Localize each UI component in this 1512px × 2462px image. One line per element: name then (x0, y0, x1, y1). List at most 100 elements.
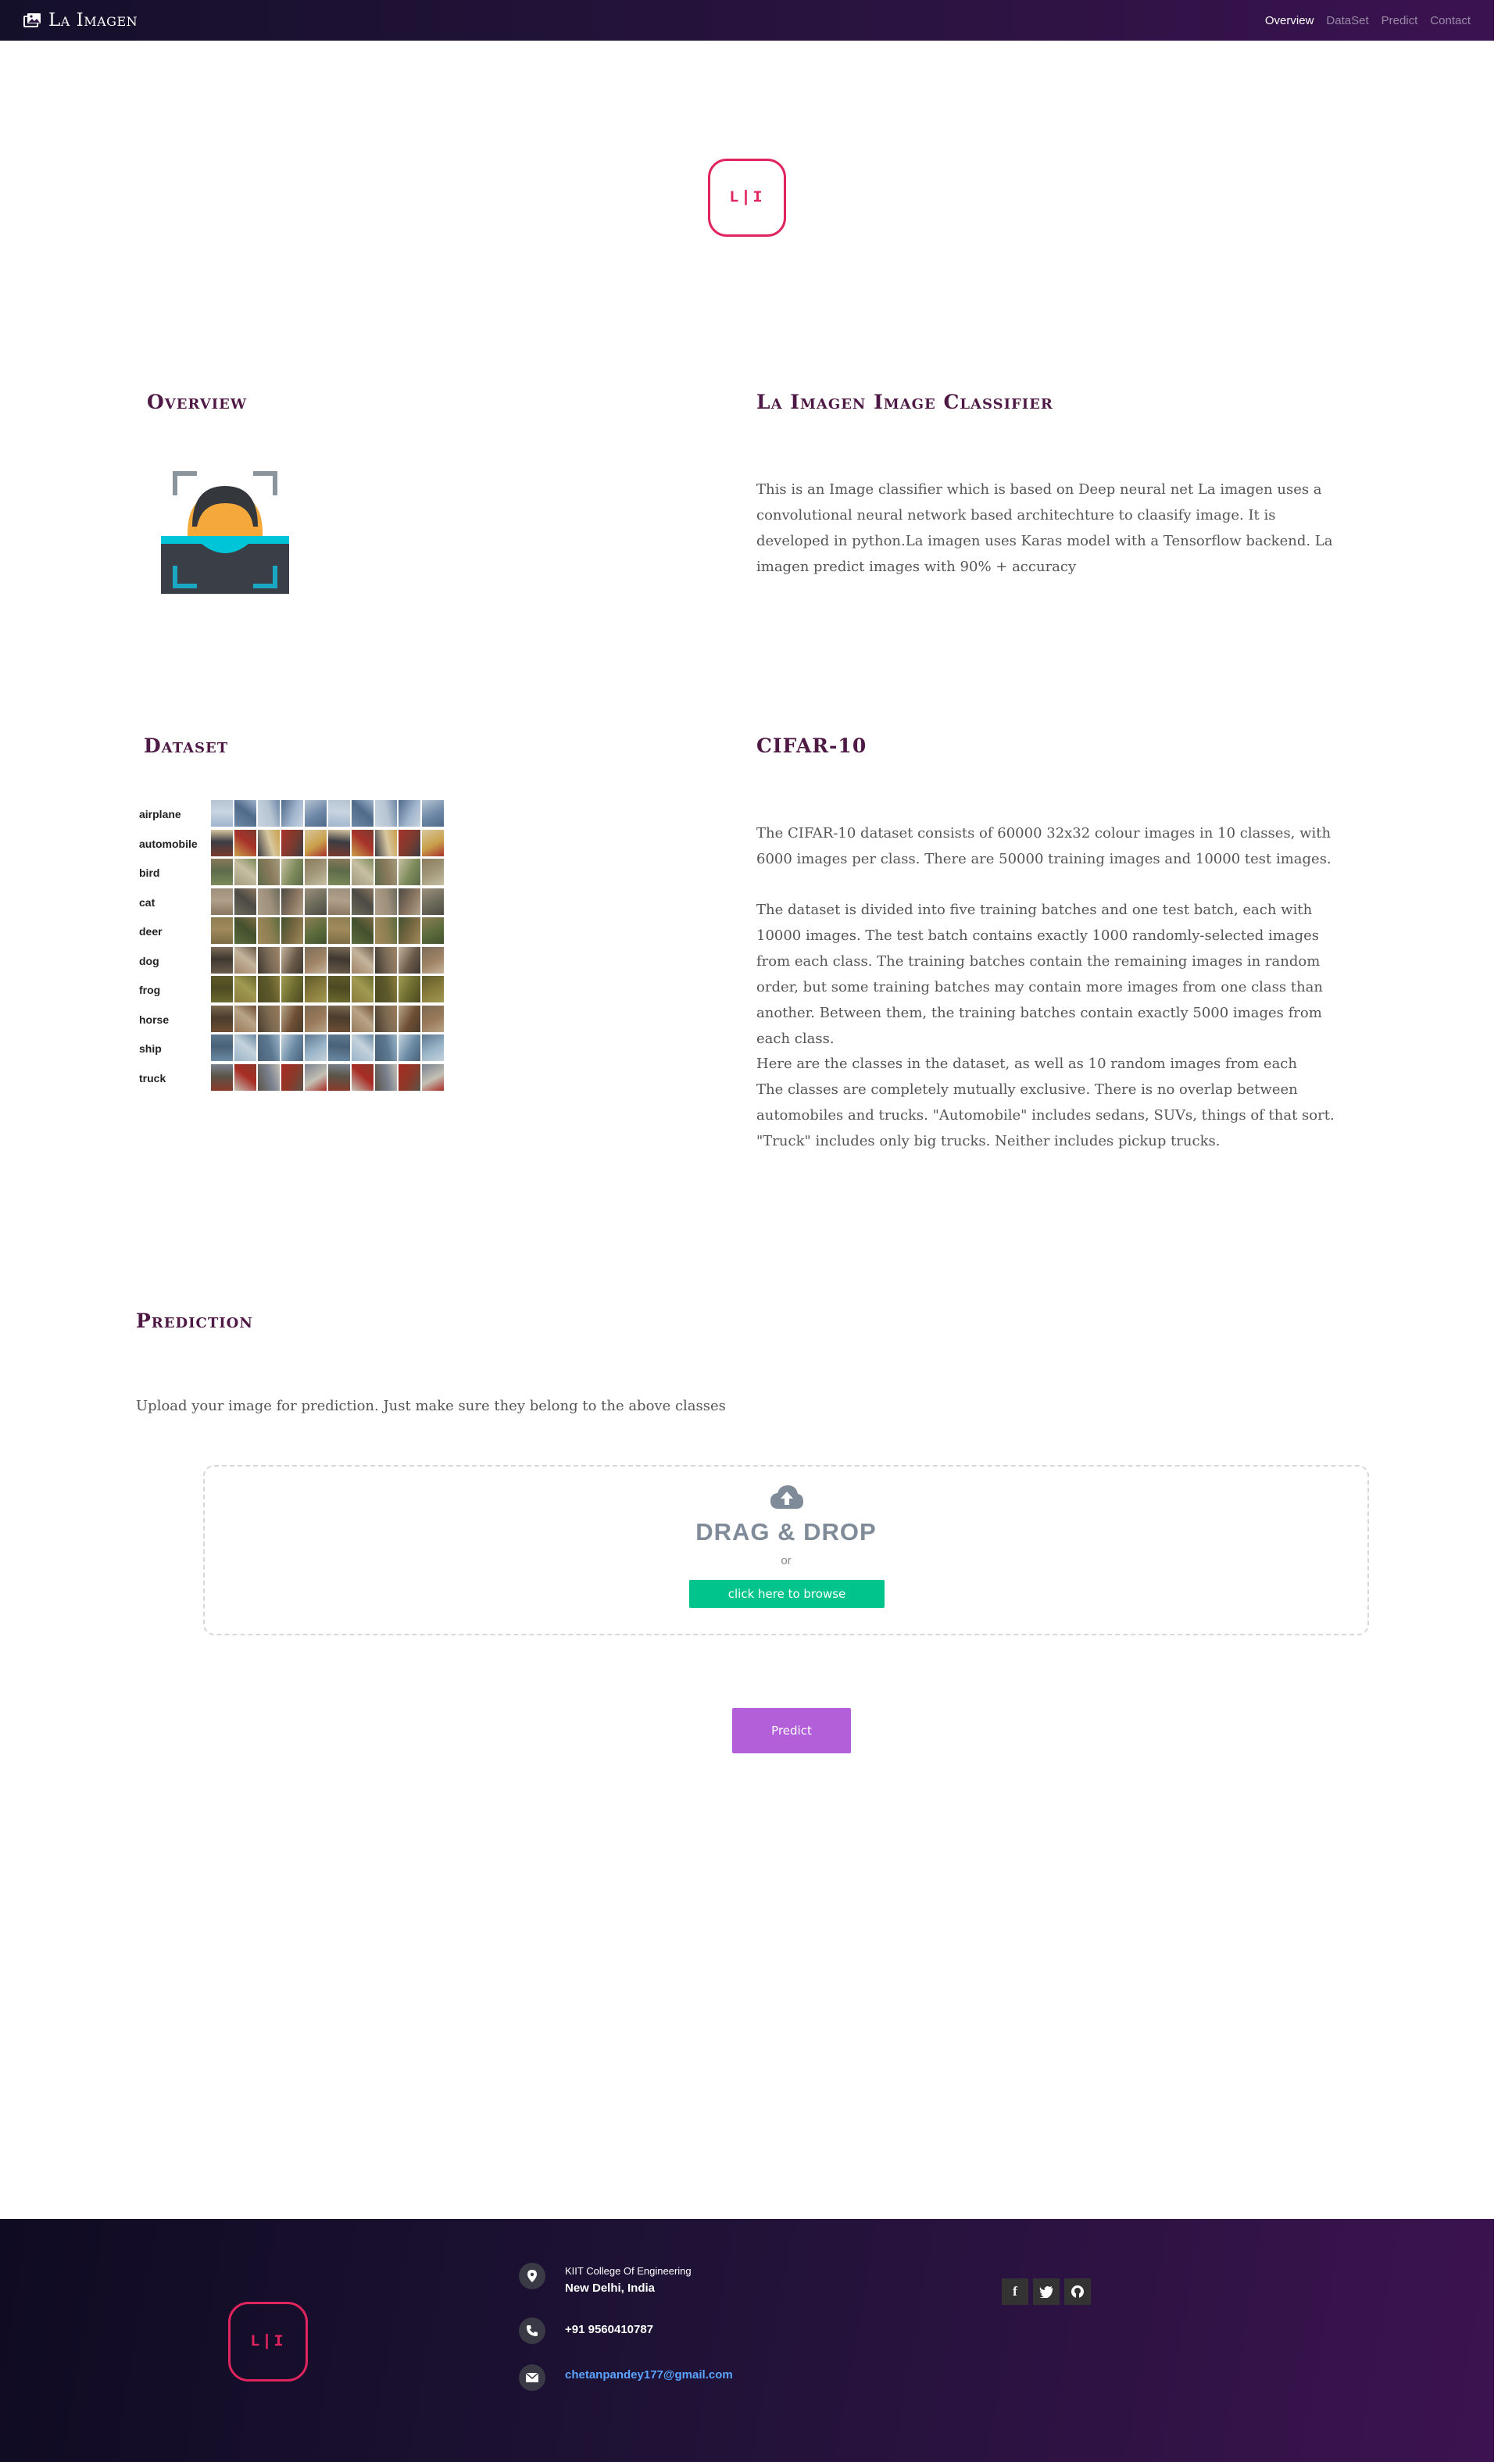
facebook-icon[interactable]: f (1002, 2278, 1028, 2305)
face-scan-icon (161, 471, 289, 594)
footer-email[interactable]: chetanpandey177@gmail.com (565, 2368, 733, 2382)
dataset-sample-row (211, 1063, 444, 1091)
dataset-sample-image (375, 917, 397, 944)
dataset-class-label: automobile (139, 837, 198, 850)
dataset-sample-image (328, 1005, 350, 1032)
footer-city: New Delhi, India (565, 2282, 656, 2295)
dataset-class-label: cat (139, 895, 155, 909)
dataset-sample-image (399, 1063, 420, 1091)
nav-contact[interactable]: Contact (1430, 14, 1471, 27)
dataset-sample-image (234, 800, 256, 827)
dataset-sample-image (375, 888, 397, 915)
dataset-sample-image (281, 946, 303, 974)
dataset-sample-image (234, 829, 256, 856)
dataset-sample-row (211, 976, 444, 1002)
footer-college: KIIT College Of Engineering (565, 2265, 692, 2277)
dataset-sample-image (258, 859, 280, 885)
dataset-sample-image (328, 1034, 350, 1061)
dataset-sample-image (328, 1063, 350, 1091)
dataset-sample-image (234, 1034, 256, 1061)
classifier-title: La Imagen Image Classifier (756, 391, 1053, 413)
dataset-sample-image (281, 859, 303, 885)
dataset-sample-image (258, 888, 280, 915)
nav-dataset[interactable]: DataSet (1326, 14, 1368, 27)
footer: L|I KIIT College Of Engineering New Delh… (0, 2219, 1494, 2462)
dataset-sample-image (352, 1005, 374, 1032)
dataset-sample-image (305, 859, 327, 885)
dataset-sample-image (375, 976, 397, 1002)
upload-dropzone[interactable]: DRAG & DROP or click here to browse (203, 1465, 1369, 1635)
dataset-sample-row (211, 859, 444, 885)
dataset-sample-image (234, 859, 256, 885)
twitter-icon[interactable] (1033, 2278, 1060, 2305)
dataset-sample-image (399, 829, 420, 856)
dataset-sample-image (328, 946, 350, 974)
dataset-class-label: deer (139, 925, 163, 938)
envelope-icon (519, 2364, 545, 2391)
github-icon[interactable] (1064, 2278, 1091, 2305)
dataset-sample-image (375, 1063, 397, 1091)
dataset-sample-image (422, 1063, 444, 1091)
footer-phone[interactable]: +91 9560410787 (565, 2323, 653, 2336)
dataset-class-label: dog (139, 954, 159, 967)
dataset-sample-image (258, 1005, 280, 1032)
prediction-title: Prediction (136, 1310, 253, 1332)
dataset-sample-image (258, 1063, 280, 1091)
dataset-title: Dataset (144, 734, 229, 757)
dataset-sample-image (281, 917, 303, 944)
prediction-instruction: Upload your image for prediction. Just m… (136, 1398, 726, 1414)
dataset-class-label: bird (139, 867, 160, 879)
dataset-sample-image (234, 946, 256, 974)
cifar-paragraph-2: The dataset is divided into five trainin… (756, 902, 1323, 1047)
dataset-sample-row (211, 946, 444, 974)
dataset-sample-image (375, 1034, 397, 1061)
dropzone-title: DRAG & DROP (695, 1518, 877, 1545)
social-links: f (1002, 2278, 1091, 2305)
dataset-class-label: horse (139, 1013, 170, 1026)
dataset-sample-image (258, 917, 280, 944)
dataset-sample-image (281, 976, 303, 1002)
dataset-sample-image (211, 1034, 233, 1061)
dataset-sample-image (352, 859, 374, 885)
dataset-sample-image (328, 888, 350, 915)
dataset-sample-image (234, 917, 256, 944)
dataset-sample-image (422, 946, 444, 974)
dataset-sample-row (211, 829, 444, 856)
dataset-sample-row (211, 1005, 444, 1032)
dataset-sample-image (352, 800, 374, 827)
brand[interactable]: La Imagen (23, 10, 138, 30)
cifar-paragraph-1: The CIFAR-10 dataset consists of 60000 3… (756, 825, 1331, 867)
images-icon (23, 13, 41, 27)
dataset-class-label: truck (139, 1071, 166, 1084)
dataset-sample-image (422, 829, 444, 856)
dataset-sample-image (258, 946, 280, 974)
dataset-sample-image (399, 1005, 420, 1032)
dataset-sample-image (211, 946, 233, 974)
dataset-sample-image (422, 917, 444, 944)
footer-logo-text: L|I (250, 2332, 286, 2351)
nav-links: Overview DataSet Predict Contact (1265, 14, 1471, 27)
nav-overview[interactable]: Overview (1265, 14, 1314, 27)
footer-logo: L|I (228, 2302, 308, 2382)
dataset-sample-image (352, 1063, 374, 1091)
dataset-sample-image (211, 859, 233, 885)
dataset-sample-image (328, 829, 350, 856)
dataset-sample-image (211, 829, 233, 856)
dataset-sample-image (422, 859, 444, 885)
brand-name: La Imagen (48, 10, 138, 30)
dataset-sample-image (352, 1034, 374, 1061)
dataset-sample-image (375, 829, 397, 856)
dataset-sample-row (211, 1034, 444, 1061)
predict-button[interactable]: Predict (732, 1708, 851, 1753)
dataset-sample-image (211, 888, 233, 915)
dataset-sample-image (211, 917, 233, 944)
dataset-sample-image (352, 976, 374, 1002)
dataset-sample-image (211, 800, 233, 827)
dataset-sample-image (258, 976, 280, 1002)
dataset-sample-image (211, 1063, 233, 1091)
dataset-sample-image (422, 1005, 444, 1032)
dataset-sample-image (328, 800, 350, 827)
dataset-sample-image (375, 800, 397, 827)
nav-predict[interactable]: Predict (1382, 14, 1418, 27)
browse-button[interactable]: click here to browse (689, 1580, 885, 1608)
